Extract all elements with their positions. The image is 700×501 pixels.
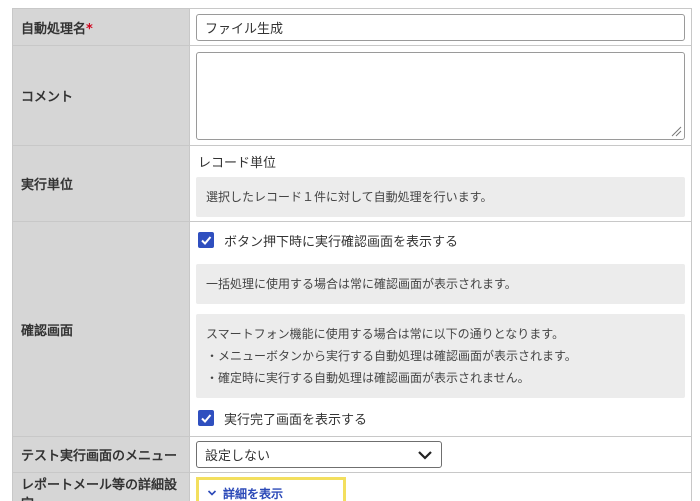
comment-label: コメント xyxy=(21,90,74,105)
show-confirm-checkbox-row[interactable]: ボタン押下時に実行確認画面を表示する xyxy=(196,226,685,254)
auto-process-form: 自動処理名* コメント 実行単位 レコード単位 選択したレコード１件に対して自動… xyxy=(12,8,692,501)
required-mark: * xyxy=(86,21,93,37)
row-report-mail: レポートメール等の詳細設定 詳細を表示 xyxy=(12,472,692,501)
value-cell: ボタン押下時に実行確認画面を表示する 一括処理に使用する場合は常に確認画面が表示… xyxy=(189,221,692,437)
label-cell: レポートメール等の詳細設定 xyxy=(12,472,190,501)
value-cell xyxy=(189,8,692,46)
show-complete-checkbox-row[interactable]: 実行完了画面を表示する xyxy=(196,404,685,432)
test-menu-label: テスト実行画面のメニュー xyxy=(21,449,178,464)
value-cell: レコード単位 選択したレコード１件に対して自動処理を行います。 xyxy=(189,145,692,222)
report-mail-label: レポートメール等の詳細設定 xyxy=(21,478,178,501)
value-cell: 設定しない xyxy=(189,436,692,473)
bulk-process-note: 一括処理に使用する場合は常に確認画面が表示されます。 xyxy=(196,264,685,304)
smartphone-note-line: ・メニューボタンから実行する自動処理は確認画面が表示されます。 xyxy=(206,349,577,363)
auto-process-name-input[interactable] xyxy=(196,13,685,41)
chevron-down-icon xyxy=(207,490,217,496)
label-cell: 確認画面 xyxy=(12,221,190,437)
label-cell: テスト実行画面のメニュー xyxy=(12,436,190,473)
show-details-link[interactable]: 詳細を表示 xyxy=(223,485,283,501)
comment-textarea-wrap xyxy=(196,51,685,140)
row-execution-unit: 実行単位 レコード単位 選択したレコード１件に対して自動処理を行います。 xyxy=(12,145,692,222)
smartphone-note: スマートフォン機能に使用する場合は常に以下の通りとなります。 ・メニューボタンか… xyxy=(196,314,685,398)
show-details-toggle[interactable]: 詳細を表示 xyxy=(196,477,346,501)
execution-unit-note: 選択したレコード１件に対して自動処理を行います。 xyxy=(196,177,685,217)
chevron-down-icon xyxy=(418,450,432,460)
checkmark-icon xyxy=(201,414,212,423)
execution-unit-label: 実行単位 xyxy=(21,178,74,193)
row-auto-process-name: 自動処理名* xyxy=(12,8,692,46)
show-confirm-checkbox[interactable] xyxy=(198,232,214,248)
test-menu-select[interactable]: 設定しない xyxy=(196,441,442,468)
test-menu-selected-value: 設定しない xyxy=(205,449,271,464)
execution-unit-value: レコード単位 xyxy=(198,156,277,171)
value-cell xyxy=(189,45,692,146)
smartphone-note-line: スマートフォン機能に使用する場合は常に以下の通りとなります。 xyxy=(206,327,565,341)
show-complete-checkbox[interactable] xyxy=(198,410,214,426)
label-cell: 自動処理名* xyxy=(12,8,190,46)
row-comment: コメント xyxy=(12,45,692,146)
label-cell: コメント xyxy=(12,45,190,146)
show-confirm-checkbox-label[interactable]: ボタン押下時に実行確認画面を表示する xyxy=(224,231,458,250)
auto-process-name-label: 自動処理名 xyxy=(21,21,87,37)
row-test-menu: テスト実行画面のメニュー 設定しない xyxy=(12,436,692,473)
resize-grip-icon[interactable] xyxy=(670,125,682,137)
confirm-screen-label: 確認画面 xyxy=(21,323,74,339)
comment-textarea[interactable] xyxy=(196,51,685,140)
checkmark-icon xyxy=(201,236,212,245)
show-complete-checkbox-label[interactable]: 実行完了画面を表示する xyxy=(224,409,367,428)
smartphone-note-line: ・確定時に実行する自動処理は確認画面が表示されません。 xyxy=(206,371,530,385)
row-confirm-screen: 確認画面 ボタン押下時に実行確認画面を表示する 一括処理に使用する場合は常に確認… xyxy=(12,221,692,437)
label-cell: 実行単位 xyxy=(12,145,190,222)
value-cell: 詳細を表示 xyxy=(189,472,692,501)
